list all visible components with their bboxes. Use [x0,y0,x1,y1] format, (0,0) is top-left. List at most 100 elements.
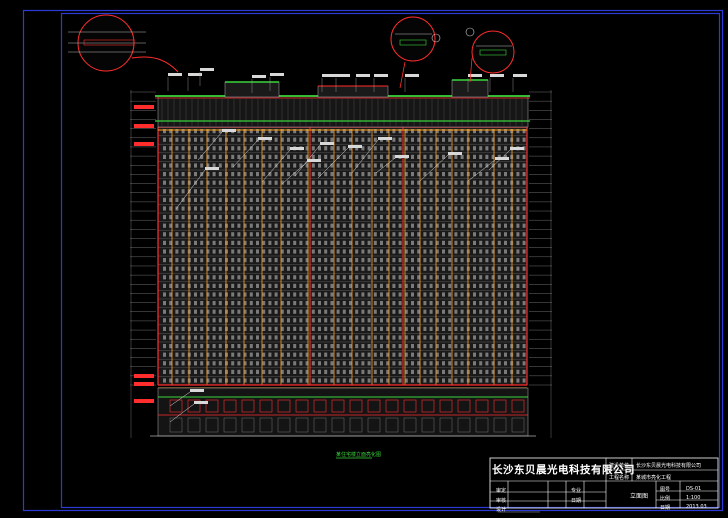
window [349,275,352,280]
window [497,146,501,151]
window [361,309,365,314]
window [218,232,222,237]
window [473,197,476,202]
window [504,249,507,254]
window [293,206,297,211]
window [355,232,359,237]
window [448,249,452,254]
window [473,301,476,306]
window [423,283,427,288]
window [373,215,377,220]
window [392,180,396,185]
window [398,352,402,357]
window [194,292,197,297]
window [330,318,334,323]
window [485,309,489,314]
window [442,240,445,245]
window [163,197,166,202]
window [212,163,216,168]
window [287,180,290,185]
window [212,335,216,340]
window [522,275,526,280]
window [336,344,340,349]
window [287,266,290,271]
window [392,335,396,340]
window [175,232,179,237]
window [274,344,278,349]
window [522,215,526,220]
window [231,369,235,374]
window [392,258,396,263]
window [349,180,352,185]
annotation-text-block [222,129,236,132]
window [380,180,383,185]
window [349,163,352,168]
window [460,240,464,245]
window [380,318,383,323]
window [274,258,278,263]
window [473,344,476,349]
window [287,378,290,383]
window [237,154,241,159]
window [497,318,501,323]
window [318,154,321,159]
window [175,275,179,280]
window [349,258,352,263]
window [442,163,445,168]
window [373,275,377,280]
window [287,215,290,220]
window [225,275,228,280]
window [249,223,253,228]
window [163,292,166,297]
window [194,258,197,263]
annotation-text-block [490,74,504,77]
window [330,206,334,211]
window [194,172,197,177]
window [293,326,297,331]
window [411,206,414,211]
window [256,240,259,245]
window [181,352,185,357]
window [237,146,241,151]
window [342,197,346,202]
window [367,344,371,349]
window [448,344,452,349]
window [200,146,204,151]
window [262,258,266,263]
window [367,378,371,383]
window [324,352,328,357]
window [318,369,321,374]
window [181,361,185,366]
window [460,352,464,357]
window [367,335,371,340]
drawing-name: 立面图 [630,493,649,500]
window [249,378,253,383]
window [442,258,445,263]
window [361,197,365,202]
window [237,258,241,263]
window [429,240,433,245]
window [299,206,303,211]
window [516,197,520,202]
window [194,361,197,366]
window [324,180,328,185]
window [429,369,433,374]
annotation-text-block [374,74,388,77]
window [293,378,297,383]
window [287,292,290,297]
window [373,197,377,202]
window [237,378,241,383]
window [212,180,216,185]
window [349,215,352,220]
window [181,292,185,297]
annotation-text-block [205,167,219,170]
window [522,318,526,323]
window [194,318,197,323]
window [237,318,241,323]
window [163,163,166,168]
window [274,369,278,374]
annotation-text-block [322,74,336,77]
window [194,344,197,349]
window [411,275,414,280]
window [324,335,328,340]
